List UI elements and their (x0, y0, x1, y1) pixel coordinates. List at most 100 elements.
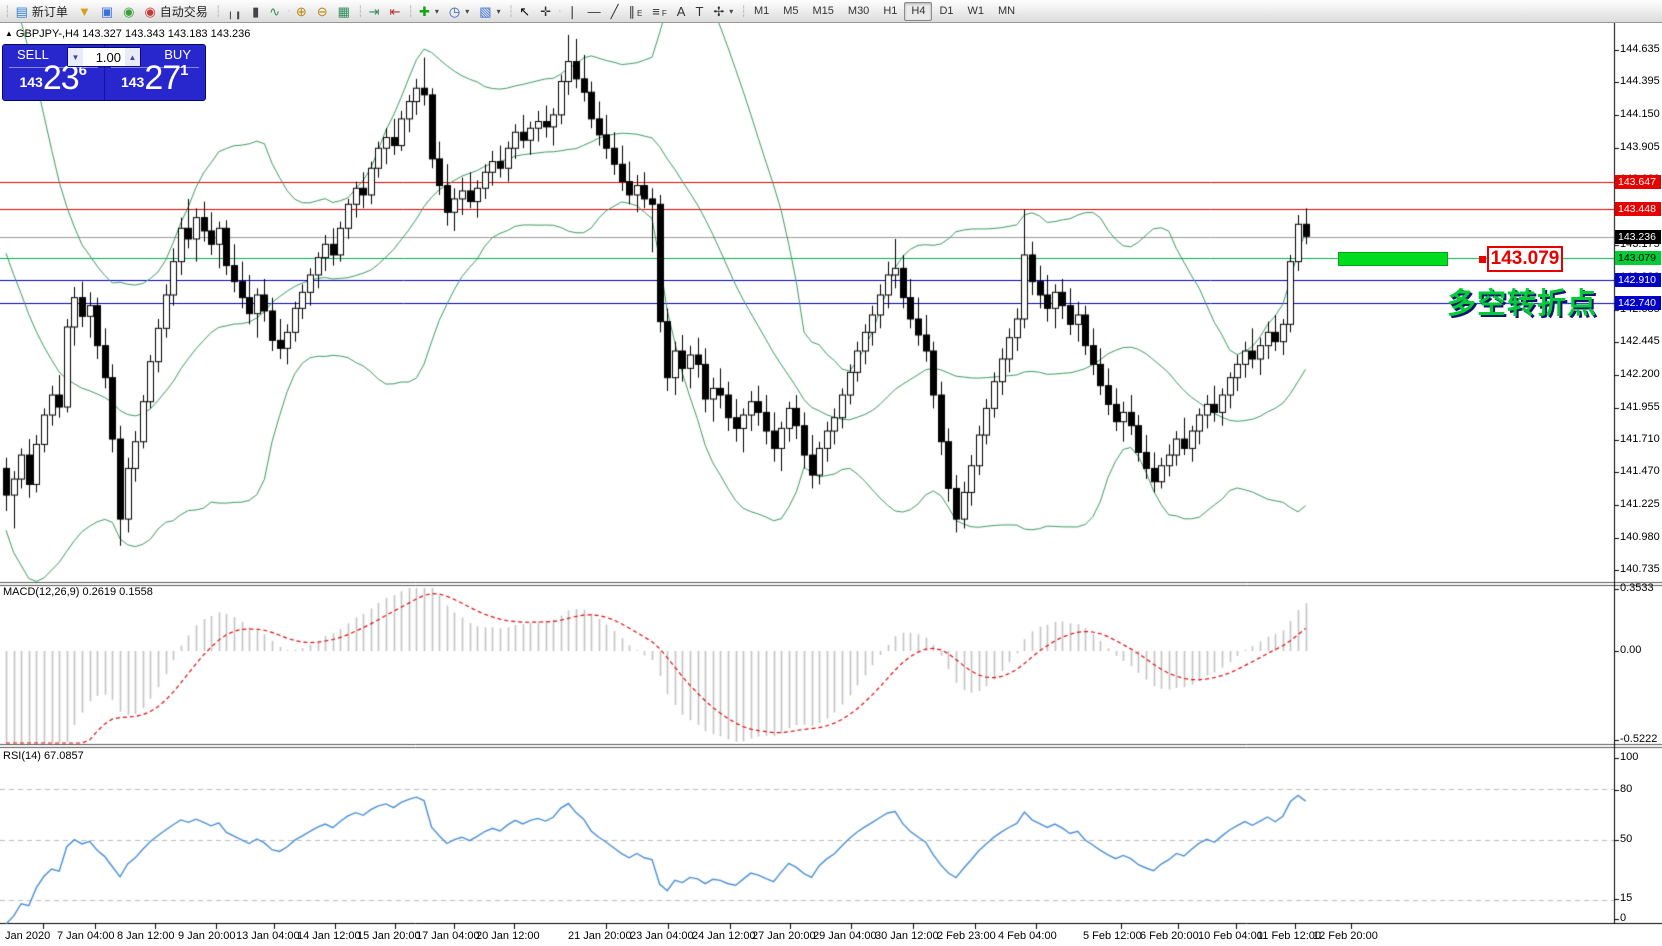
volume-stepper[interactable]: ▼ 1.00 ▲ (67, 47, 141, 67)
tile-windows-icon[interactable]: ▦ (333, 2, 355, 21)
funnel-icon-glyph: ▼ (78, 5, 91, 18)
funnel-icon[interactable]: ▼ (73, 2, 96, 21)
timeframe-h1[interactable]: H1 (876, 2, 904, 21)
arrows-tool[interactable]: ✢▾ (708, 2, 738, 21)
price-tick: 141.470 (1620, 465, 1660, 477)
auto-scroll-icon-glyph: ⇥ (369, 5, 380, 18)
line-chart-icon[interactable]: ∿ (264, 2, 285, 21)
price-tick: 144.635 (1620, 43, 1660, 55)
autotrade-button[interactable]: ◉自动交易 (139, 2, 212, 21)
time-tick: 2 Feb 23:00 (937, 930, 996, 942)
new-order-button-label: 新订单 (32, 3, 68, 20)
channel-glyph: ∥ (628, 5, 635, 18)
time-tick: 11 Feb 12:00 (1257, 930, 1321, 942)
macd-tick: -0.5222 (1620, 733, 1657, 745)
candles-chart-icon-glyph: ▮ (252, 5, 259, 18)
price-tag-142.910: 142.910 (1615, 273, 1661, 287)
time-tick: 4 Feb 04:00 (998, 930, 1057, 942)
dropdown-arrow-icon[interactable]: ▾ (435, 7, 439, 16)
autotrade-glyph: ◉ (144, 5, 155, 18)
toolbar-separator: · (558, 5, 560, 17)
price-tag-143.647: 143.647 (1615, 175, 1661, 189)
time-tick: 24 Jan 12:00 (692, 930, 756, 942)
price-tick: 141.710 (1620, 433, 1660, 445)
dropdown-arrow-icon[interactable]: ▾ (465, 7, 469, 16)
cursor-tool[interactable]: ↖ (514, 2, 535, 21)
buy-price-pip: 1 (180, 62, 188, 79)
volume-down-button[interactable]: ▼ (68, 48, 83, 66)
fibonacci-glyph: ≡ (652, 5, 660, 18)
indicators-add-glyph: ✚ (419, 5, 430, 18)
auto-scroll-icon[interactable]: ⇥ (364, 2, 385, 21)
new-order-button[interactable]: ▤新订单 (11, 2, 73, 21)
time-tick: 12 Feb 20:00 (1313, 930, 1378, 942)
fibonacci-tool[interactable]: ≡F (647, 2, 671, 21)
dropdown-arrow-icon[interactable]: ▾ (729, 7, 733, 16)
price-tick: 141.955 (1620, 401, 1660, 413)
templates-button[interactable]: ▧▾ (474, 2, 505, 21)
crosshair-tool[interactable]: ✛ (535, 2, 556, 21)
time-tick: 13 Jan 04:00 (236, 930, 300, 942)
timeframe-mn[interactable]: MN (991, 2, 1022, 21)
zoom-in-icon[interactable]: ⊕ (291, 2, 312, 21)
timeframe-h4[interactable]: H4 (904, 2, 932, 21)
rsi-tick: 15 (1620, 892, 1632, 904)
time-tick: 8 Jan 12:00 (117, 930, 175, 942)
vline-glyph: ❘ (567, 5, 578, 18)
indicators-add-button[interactable]: ✚▾ (414, 2, 444, 21)
timeframe-m5[interactable]: M5 (776, 2, 805, 21)
sell-price-prefix: 143 (19, 74, 42, 90)
one-click-trading-panel: SELL 143236 BUY 143271 ▼ 1.00 ▲ (2, 44, 206, 101)
candles-chart-icon[interactable]: ▮ (247, 2, 264, 21)
price-tick: 144.395 (1620, 75, 1660, 87)
text-glyph: A (677, 5, 686, 18)
text-label-tool[interactable]: T (690, 2, 708, 21)
timeframe-m1[interactable]: M1 (747, 2, 776, 21)
macd-label: MACD(12,26,9) 0.2619 0.1558 (3, 586, 153, 598)
periods-button[interactable]: ◷▾ (444, 2, 474, 21)
volume-value[interactable]: 1.00 (83, 50, 125, 65)
charts-window-icon[interactable]: ▣ (96, 2, 118, 21)
volume-up-button[interactable]: ▲ (125, 48, 140, 66)
support-zone-rectangle[interactable] (1338, 252, 1448, 266)
timeframe-m30[interactable]: M30 (841, 2, 876, 21)
chart-title: ▲GBPJPY-,H4 143.327 143.343 143.183 143.… (5, 28, 250, 40)
timeframe-m15[interactable]: M15 (806, 2, 841, 21)
macd-tick: 0.3533 (1620, 582, 1654, 594)
vline-tool[interactable]: ❘ (562, 2, 583, 21)
price-chart[interactable] (0, 23, 1662, 946)
signal-icon-glyph: ◉ (123, 5, 134, 18)
toolbar-group-handle: ┆ (508, 5, 513, 18)
time-tick: 14 Jan 12:00 (297, 930, 361, 942)
trendline-tool[interactable]: ╱ (606, 2, 624, 21)
chart-shift-icon[interactable]: ⇤ (384, 2, 405, 21)
price-tick: 144.150 (1620, 108, 1660, 120)
price-tick: 141.225 (1620, 498, 1660, 510)
tool-sub-letter: E (637, 9, 642, 21)
rsi-tick: 80 (1620, 783, 1632, 795)
dropdown-arrow-icon[interactable]: ▾ (497, 7, 501, 16)
hline-tool[interactable]: — (583, 2, 606, 21)
tile-windows-icon-glyph: ▦ (338, 5, 350, 18)
rsi-label: RSI(14) 67.0857 (3, 750, 84, 762)
zoom-out-icon[interactable]: ⊖ (312, 2, 333, 21)
time-tick: 20 Jan 12:00 (476, 930, 540, 942)
pivot-note-text[interactable]: 多空转折点 (1447, 280, 1597, 322)
price-tick: 140.980 (1620, 531, 1660, 543)
channel-tool[interactable]: ∥E (623, 2, 647, 21)
toolbar-group-handle: ┆ (357, 5, 362, 18)
toolbar-group-handle: ┆ (215, 5, 220, 18)
collapse-panel-icon[interactable]: ▲ (5, 29, 13, 38)
timeframe-d1[interactable]: D1 (932, 2, 960, 21)
signal-icon[interactable]: ◉ (118, 2, 139, 21)
time-tick: 9 Jan 20:00 (178, 930, 236, 942)
time-tick: 27 Jan 20:00 (752, 930, 816, 942)
bars-chart-icon[interactable]: ╷╻ (221, 2, 247, 21)
rsi-tick: 100 (1620, 751, 1638, 763)
timeframe-w1[interactable]: W1 (961, 2, 992, 21)
text-tool[interactable]: A (672, 2, 691, 21)
time-tick: 23 Jan 04:00 (630, 930, 694, 942)
text-label-glyph: T (695, 5, 703, 18)
charts-window-icon-glyph: ▣ (101, 5, 113, 18)
price-callout-box[interactable]: 143.079 (1487, 246, 1563, 272)
